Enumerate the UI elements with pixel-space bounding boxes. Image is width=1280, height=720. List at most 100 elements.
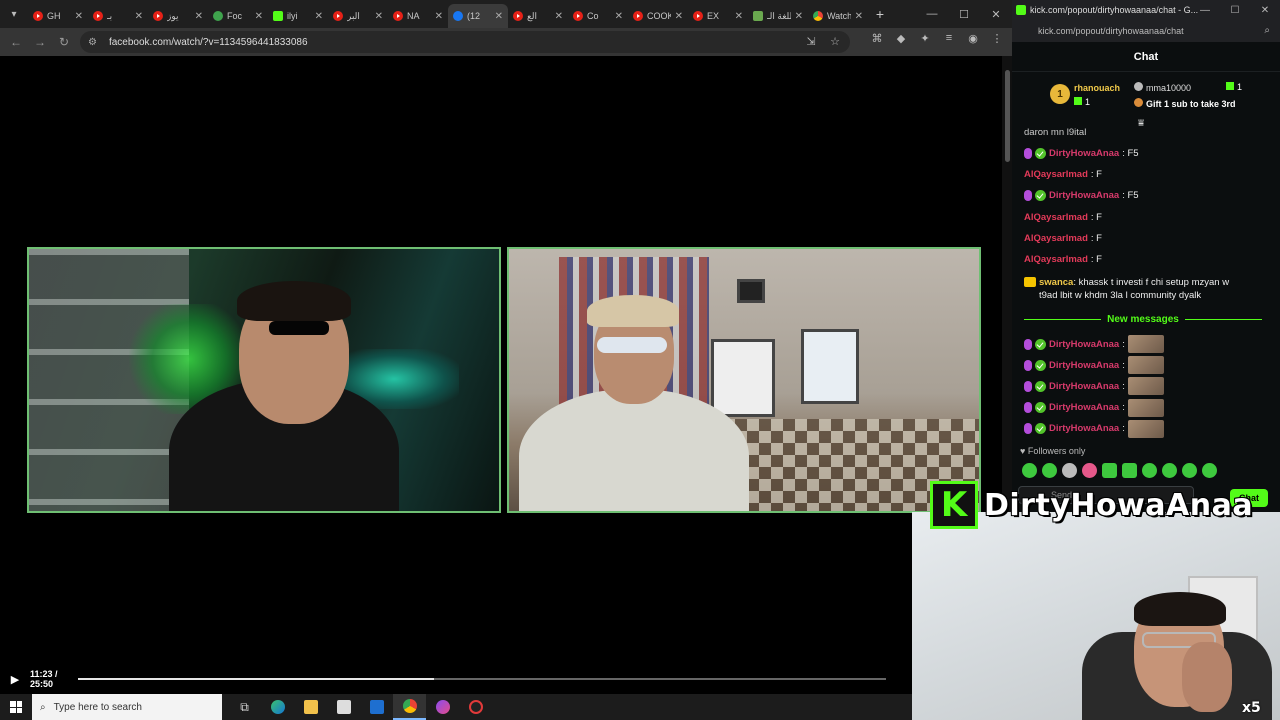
chat-username[interactable]: DirtyHowaAnaa xyxy=(1049,147,1119,160)
browser-tab[interactable]: (12 ✕ xyxy=(448,4,508,28)
zoom-icon[interactable]: ⌕ xyxy=(1264,25,1270,36)
chat-username[interactable]: AlQaysarImad xyxy=(1024,168,1088,181)
task-view-icon[interactable]: ⧉ xyxy=(228,694,261,720)
emote-icon[interactable] xyxy=(1162,463,1177,478)
tab-close-icon[interactable]: ✕ xyxy=(375,11,383,22)
store-icon[interactable] xyxy=(327,694,360,720)
emote-icon[interactable] xyxy=(1062,463,1077,478)
tab-close-icon[interactable]: ✕ xyxy=(795,11,803,22)
chat-username[interactable]: DirtyHowaAnaa xyxy=(1049,401,1119,414)
menu-icon[interactable]: ⋮ xyxy=(990,32,1004,45)
chat-username[interactable]: DirtyHowaAnaa xyxy=(1049,380,1119,393)
forward-icon[interactable]: → xyxy=(28,30,52,54)
tab-close-icon[interactable]: ✕ xyxy=(75,11,83,22)
stream-brand-overlay: K DirtyHowaAnaa xyxy=(930,481,1253,529)
browser-tab[interactable]: EX ✕ xyxy=(688,4,748,28)
messenger-icon[interactable] xyxy=(426,694,459,720)
emote-icon[interactable] xyxy=(1022,463,1037,478)
browser-tab[interactable]: ilyi ✕ xyxy=(268,4,328,28)
tab-close-icon[interactable]: ✕ xyxy=(255,11,263,22)
browser-tab[interactable]: GH ✕ xyxy=(28,4,88,28)
extensions-puzzle-icon[interactable]: ✦ xyxy=(918,32,932,45)
reload-icon[interactable]: ↻ xyxy=(52,30,76,54)
tab-search-icon[interactable]: ▾ xyxy=(0,0,28,28)
tab-close-icon[interactable]: ✕ xyxy=(495,11,503,22)
minimize-icon[interactable]: — xyxy=(916,0,948,28)
tab-strip: GH ✕ بـ ✕ يوز ✕ Foc ✕ ilyi ✕ البر ✕ NA ✕ (12 ✕ الع ✕ Co ✕ CO… xyxy=(28,0,868,28)
file-explorer-icon[interactable] xyxy=(294,694,327,720)
site-info-icon[interactable]: ⚙ xyxy=(88,37,97,48)
maximize-icon[interactable]: ☐ xyxy=(1220,0,1250,20)
play-icon[interactable]: ▶ xyxy=(0,673,30,686)
chat-username[interactable]: AlQaysarImad xyxy=(1024,211,1088,224)
leader-second-name[interactable]: mma10000 xyxy=(1134,82,1191,93)
emote-icon[interactable] xyxy=(1082,463,1097,478)
browser-tab[interactable]: Watch ✕ xyxy=(808,4,868,28)
gift-sub-prompt[interactable]: Gift 1 sub to take 3rd xyxy=(1134,98,1236,109)
chat-username[interactable]: swanca xyxy=(1039,277,1073,288)
browser-tab[interactable]: بـ ✕ xyxy=(88,4,148,28)
emote-icon[interactable] xyxy=(1042,463,1057,478)
emote-icon[interactable] xyxy=(1142,463,1157,478)
browser-tab[interactable]: COOKI ✕ xyxy=(628,4,688,28)
emote-icon[interactable] xyxy=(1122,463,1137,478)
tab-close-icon[interactable]: ✕ xyxy=(435,11,443,22)
close-icon[interactable]: ✕ xyxy=(1250,0,1280,20)
chat-username[interactable]: AlQaysarImad xyxy=(1024,253,1088,266)
close-icon[interactable]: ✕ xyxy=(980,0,1012,28)
tab-close-icon[interactable]: ✕ xyxy=(855,11,863,22)
minimize-icon[interactable]: — xyxy=(1190,0,1220,20)
popout-url-bar[interactable]: kick.com/popout/dirtyhowaanaa/chat ⌕ xyxy=(1012,20,1280,42)
leader-first-name[interactable]: rhanouach xyxy=(1074,83,1120,93)
install-app-icon[interactable]: ⇲ xyxy=(804,35,818,48)
media-controls-icon[interactable]: ≡ xyxy=(942,32,956,45)
start-button[interactable] xyxy=(0,694,32,720)
edge-icon[interactable] xyxy=(261,694,294,720)
taskbar-search[interactable]: ⌕ Type here to search xyxy=(32,694,222,720)
bookmark-star-icon[interactable]: ☆ xyxy=(828,35,842,48)
translate-icon[interactable]: ⌘ xyxy=(870,32,884,45)
extension-icon[interactable]: ◆ xyxy=(894,32,908,45)
tab-label: COOKI xyxy=(647,11,671,21)
browser-tab[interactable]: الع ✕ xyxy=(508,4,568,28)
streamer-webcam: x5 xyxy=(912,512,1280,720)
new-messages-divider[interactable]: New messages xyxy=(1018,312,1268,326)
outlook-icon[interactable] xyxy=(360,694,393,720)
tab-close-icon[interactable]: ✕ xyxy=(195,11,203,22)
new-tab-button[interactable]: + xyxy=(868,6,892,22)
tab-label: البر xyxy=(347,10,360,21)
profile-icon[interactable]: ◉ xyxy=(966,32,980,45)
back-icon[interactable]: ← xyxy=(4,30,28,54)
app-icon[interactable] xyxy=(459,694,492,720)
chat-username[interactable]: DirtyHowaAnaa xyxy=(1049,422,1119,435)
tab-close-icon[interactable]: ✕ xyxy=(135,11,143,22)
browser-tab[interactable]: البر ✕ xyxy=(328,4,388,28)
tab-close-icon[interactable]: ✕ xyxy=(735,11,743,22)
browser-tab[interactable]: NA ✕ xyxy=(388,4,448,28)
browser-tab[interactable]: اللغة الـ ✕ xyxy=(748,4,808,28)
address-bar[interactable]: ⚙ facebook.com/watch/?v=1134596441833086… xyxy=(80,31,850,53)
browser-tab[interactable]: Foc ✕ xyxy=(208,4,268,28)
emote-icon[interactable] xyxy=(1202,463,1217,478)
tab-close-icon[interactable]: ✕ xyxy=(315,11,323,22)
chat-username[interactable]: AlQaysarImad xyxy=(1024,232,1088,245)
tab-close-icon[interactable]: ✕ xyxy=(555,11,563,22)
browser-tab[interactable]: يوز ✕ xyxy=(148,4,208,28)
verified-badge-icon xyxy=(1035,402,1046,414)
chat-message: AlQaysarImad: F xyxy=(1024,253,1268,266)
tab-close-icon[interactable]: ✕ xyxy=(615,11,623,22)
chat-username[interactable]: DirtyHowaAnaa xyxy=(1049,338,1119,351)
scrollbar-thumb[interactable] xyxy=(1005,70,1010,162)
tab-close-icon[interactable]: ✕ xyxy=(675,11,683,22)
emote-icon[interactable] xyxy=(1182,463,1197,478)
maximize-icon[interactable]: ☐ xyxy=(948,0,980,28)
browser-tab[interactable]: Co ✕ xyxy=(568,4,628,28)
chat-message: AlQaysarImad: F xyxy=(1024,232,1268,245)
progress-bar[interactable] xyxy=(78,678,886,680)
chat-username[interactable]: DirtyHowaAnaa xyxy=(1049,189,1119,202)
emote-icon[interactable] xyxy=(1102,463,1117,478)
video-viewport[interactable]: ▶ 11:23 / 25:50 ⚙ xyxy=(0,56,1012,694)
chrome-taskbar-icon[interactable] xyxy=(393,694,426,720)
chat-username[interactable]: DirtyHowaAnaa xyxy=(1049,359,1119,372)
chat-message: DirtyHowaAnaa: xyxy=(1024,398,1268,417)
